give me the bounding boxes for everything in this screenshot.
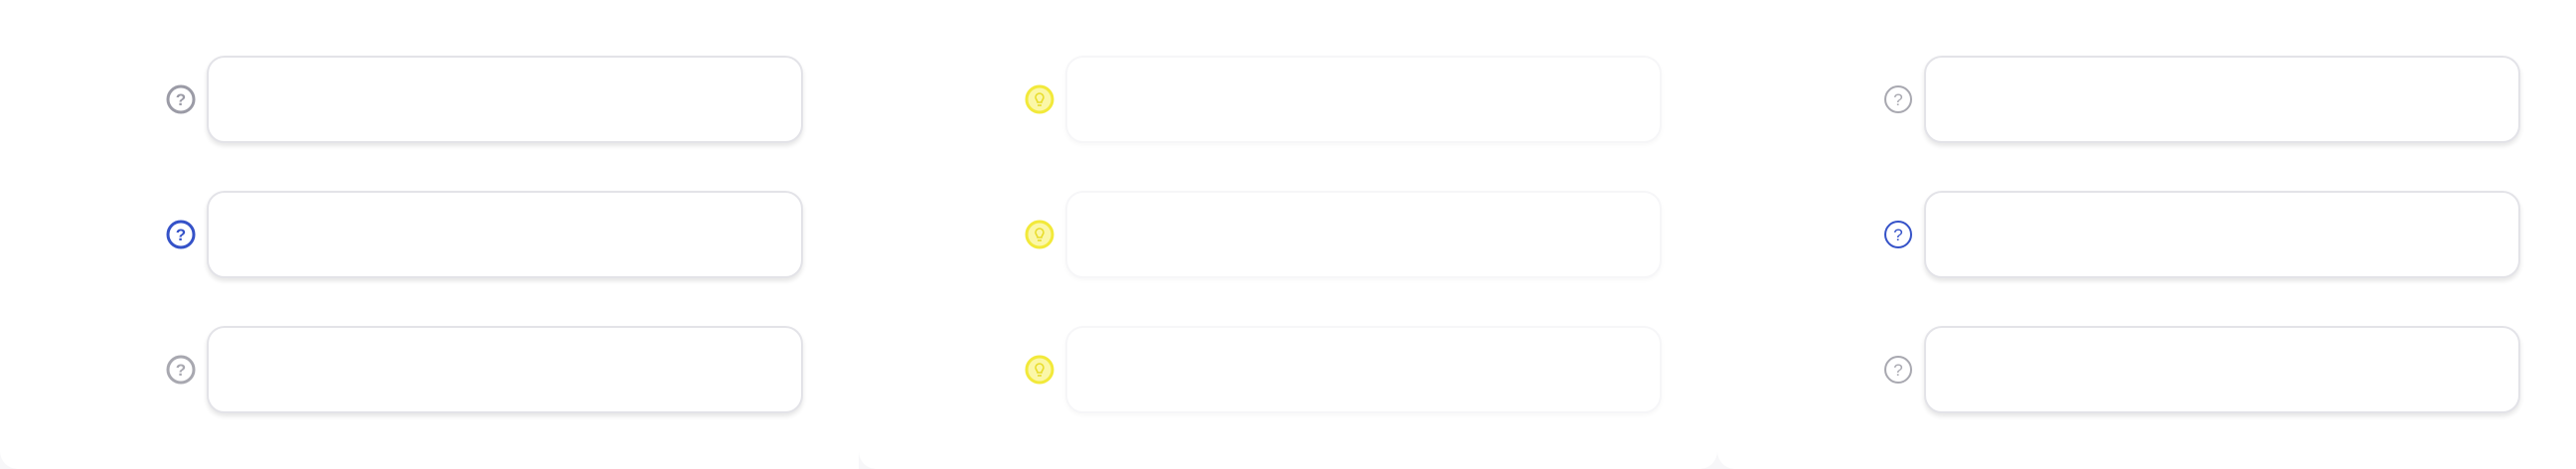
field-row: ? [1717, 191, 2576, 278]
text-field[interactable] [1065, 56, 1662, 143]
question-circle-icon[interactable]: ? [1882, 83, 1914, 115]
text-field[interactable] [1924, 326, 2520, 413]
text-field[interactable] [207, 191, 803, 278]
field-row: ? [0, 326, 859, 413]
question-circle-icon[interactable]: ? [165, 354, 197, 386]
text-field[interactable] [1924, 191, 2520, 278]
svg-text:?: ? [1893, 361, 1902, 380]
field-row [859, 326, 1717, 413]
form-panel-right: ? ? ? [1717, 0, 2576, 469]
question-circle-icon[interactable]: ? [1882, 354, 1914, 386]
text-field[interactable] [207, 326, 803, 413]
question-circle-icon[interactable]: ? [1882, 219, 1914, 250]
field-row: ? [0, 56, 859, 143]
lightbulb-icon[interactable] [1024, 83, 1055, 115]
question-circle-icon[interactable]: ? [165, 83, 197, 115]
svg-text:?: ? [176, 226, 186, 244]
svg-text:?: ? [1893, 90, 1902, 109]
question-circle-icon[interactable]: ? [165, 219, 197, 250]
field-row [859, 191, 1717, 278]
lightbulb-icon[interactable] [1024, 219, 1055, 250]
lightbulb-icon[interactable] [1024, 354, 1055, 386]
text-field[interactable] [207, 56, 803, 143]
form-panel-middle [859, 0, 1717, 469]
field-row [859, 56, 1717, 143]
form-canvas: ? ? ? ? ? ? [0, 0, 2576, 469]
svg-text:?: ? [176, 90, 186, 109]
field-row: ? [1717, 56, 2576, 143]
svg-text:?: ? [1893, 226, 1902, 244]
text-field[interactable] [1065, 326, 1662, 413]
text-field[interactable] [1924, 56, 2520, 143]
svg-text:?: ? [176, 361, 186, 380]
field-row: ? [1717, 326, 2576, 413]
text-field[interactable] [1065, 191, 1662, 278]
form-panel-left: ? ? ? [0, 0, 859, 469]
field-row: ? [0, 191, 859, 278]
